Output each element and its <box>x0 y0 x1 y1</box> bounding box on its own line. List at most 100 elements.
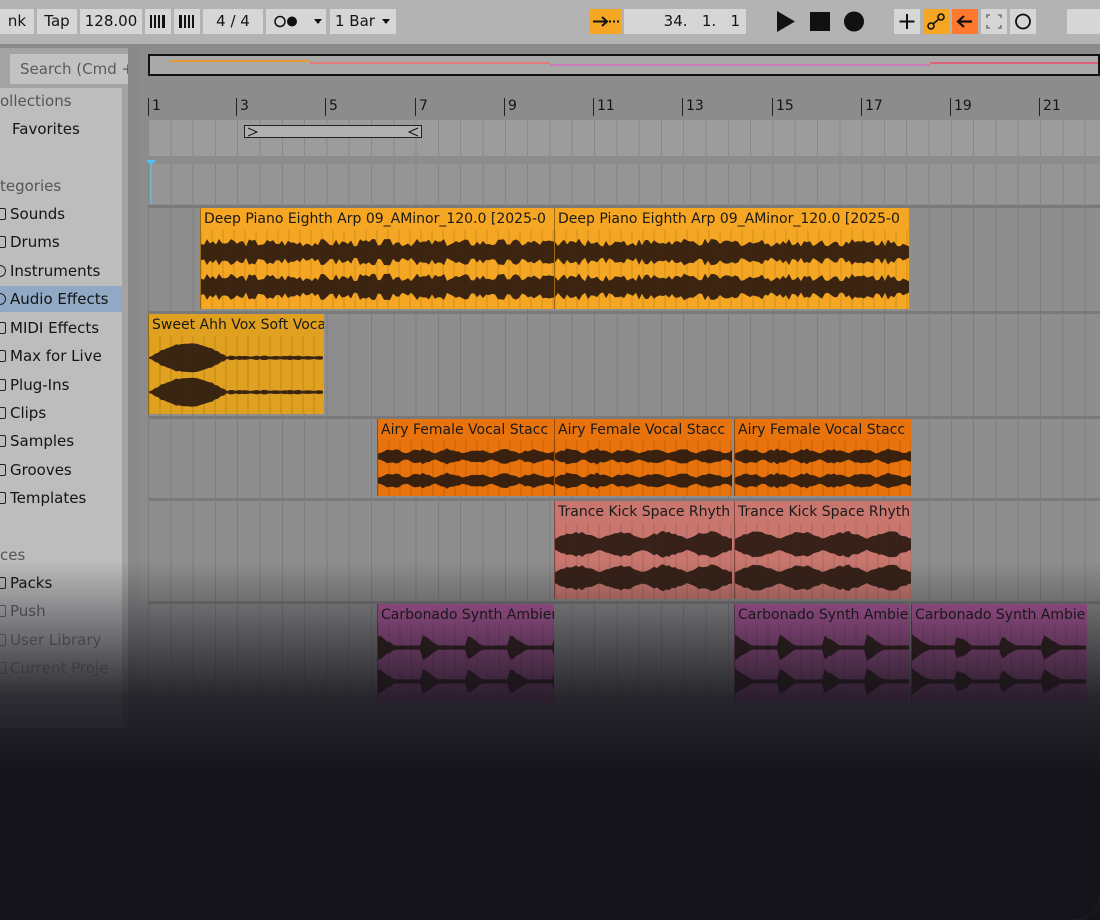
user-library-icon <box>0 634 6 646</box>
waveform <box>149 336 323 414</box>
ruler-tick-9: 9 <box>504 98 517 116</box>
audio-clip[interactable]: Airy Female Vocal Stacc <box>554 419 732 496</box>
ableton-window: nk Tap 128.00 4 / 4 1 Bar 34. 1. 1 Searc… <box>0 0 1100 920</box>
add-icon[interactable] <box>894 9 920 34</box>
track-lane[interactable]: Deep Piano Eighth Arp 09_AMinor_120.0 [2… <box>148 205 1100 311</box>
clip-name: Trance Kick Space Rhyth <box>738 504 911 520</box>
sidebar-item-max-for-live[interactable]: Max for Live <box>0 343 102 369</box>
tap-tempo-button[interactable]: Tap <box>37 9 77 34</box>
audio-clip[interactable]: Trance Kick Space Rhyth <box>734 501 911 599</box>
sidebar-item-label: Push <box>10 602 46 620</box>
stop-icon[interactable] <box>806 9 834 34</box>
clips-icon <box>0 407 6 419</box>
sidebar-item-midi-effects[interactable]: MIDI Effects <box>0 315 99 341</box>
clip-name: Trance Kick Space Rhyth <box>558 504 731 520</box>
push-icon <box>0 605 6 617</box>
sidebar-item-label: Current Proje <box>10 659 109 677</box>
max-for-live-icon <box>0 350 6 362</box>
clip-name: Airy Female Vocal Stacc <box>381 422 549 438</box>
scrub-area[interactable] <box>146 160 1100 204</box>
sidebar-item-samples[interactable]: Samples <box>0 428 74 454</box>
sidebar-item-label: User Library <box>10 631 102 649</box>
overview-strip <box>170 60 310 62</box>
loop-bar[interactable] <box>148 120 1100 156</box>
collections-heading: ollections <box>0 92 72 110</box>
audio-clip[interactable]: Airy Female Vocal Stacc <box>734 419 911 496</box>
sidebar-item-label: Samples <box>10 432 75 450</box>
loop-brace[interactable] <box>244 125 422 138</box>
metronome-button[interactable] <box>266 9 326 34</box>
plug-ins-icon <box>0 379 6 391</box>
tempo-field[interactable]: 128.00 <box>80 9 142 34</box>
waveform <box>735 441 911 496</box>
session-record-icon[interactable] <box>1010 9 1036 34</box>
sidebar-item-label: Grooves <box>10 461 72 479</box>
places-heading: ces <box>0 546 26 564</box>
cpu-meter <box>1067 9 1100 34</box>
drums-icon <box>0 236 6 248</box>
playhead-icon <box>146 160 156 204</box>
sidebar-item-push[interactable]: Push <box>0 598 46 624</box>
waveform <box>378 441 555 496</box>
grooves-icon <box>0 464 6 476</box>
sidebar-item-user-library[interactable]: User Library <box>0 627 101 653</box>
clip-name: Carbonado Synth Ambient Bassline 02_AMin… <box>381 607 554 623</box>
sidebar-item-favorites[interactable]: Favorites <box>12 116 80 142</box>
capture-icon[interactable] <box>981 9 1007 34</box>
ruler-tick-21: 21 <box>1039 98 1061 116</box>
sidebar-item-clips[interactable]: Clips <box>0 400 46 426</box>
arrangement-overview[interactable] <box>148 54 1100 76</box>
audio-clip[interactable]: Carbonado Synth Ambie <box>734 604 910 703</box>
sidebar-item-label: Sounds <box>10 205 66 223</box>
follow-icon[interactable] <box>589 9 621 34</box>
song-position-field[interactable]: 34. 1. 1 <box>624 9 746 34</box>
sidebar-item-drums[interactable]: Drums <box>0 229 60 255</box>
track-lane[interactable]: Airy Female Vocal Stacc Airy Female Vocal… <box>148 416 1100 498</box>
audio-clip[interactable]: Trance Kick Space Rhyth <box>554 501 733 599</box>
automation-arm-icon[interactable] <box>923 9 949 34</box>
loop-start-icon <box>247 127 259 137</box>
audio-clip[interactable]: Deep Piano Eighth Arp 09_AMinor_120.0 [2… <box>554 208 909 309</box>
beat-time-ruler[interactable]: 1 3 5 7 9 11 13 15 17 19 21 <box>148 98 1100 120</box>
nudge-up-icon[interactable] <box>174 9 200 34</box>
track-lane[interactable]: Sweet Ahh Vox Soft Voca <box>148 311 1100 416</box>
track-lane[interactable]: Trance Kick Space Rhyth Trance Kick Space… <box>148 498 1100 601</box>
sidebar-item-templates[interactable]: Templates <box>0 485 86 511</box>
clip-name: Airy Female Vocal Stacc <box>738 422 906 438</box>
sidebar-item-grooves[interactable]: Grooves <box>0 457 72 483</box>
record-icon[interactable] <box>840 9 868 34</box>
ruler-tick-17: 17 <box>861 98 883 116</box>
sidebar-item-audio-effects[interactable]: Audio Effects <box>0 286 122 312</box>
quantize-dropdown[interactable]: 1 Bar <box>330 9 396 34</box>
nudge-down-icon[interactable] <box>145 9 171 34</box>
audio-clip[interactable]: Deep Piano Eighth Arp 09_AMinor_120.0 [2… <box>200 208 554 309</box>
sidebar-item-plug-ins[interactable]: Plug-Ins <box>0 372 69 398</box>
ruler-tick-5: 5 <box>325 98 338 116</box>
waveform <box>555 230 909 309</box>
ruler-tick-3: 3 <box>236 98 249 116</box>
ruler-tick-1: 1 <box>148 98 161 116</box>
ruler-tick-13: 13 <box>682 98 704 116</box>
time-signature-field[interactable]: 4 / 4 <box>203 9 263 34</box>
sidebar-item-sounds[interactable]: Sounds <box>0 201 65 227</box>
search-input[interactable]: Search (Cmd + F) <box>10 54 128 84</box>
track-lane[interactable]: Carbonado Synth Ambient Bassline 02_AMin… <box>148 601 1100 705</box>
audio-clip[interactable]: Carbonado Synth Ambient Bassline 02_AMin… <box>377 604 554 703</box>
sidebar-item-label: Instruments <box>10 262 101 280</box>
samples-icon <box>0 435 6 447</box>
waveform <box>378 626 554 703</box>
play-icon[interactable] <box>772 9 800 34</box>
audio-clip[interactable]: Carbonado Synth Ambie <box>911 604 1087 703</box>
sounds-icon <box>0 208 6 220</box>
categories-heading: tegories <box>0 177 62 195</box>
sidebar-item-instruments[interactable]: Instruments <box>0 258 100 284</box>
sidebar-item-current-project[interactable]: Current Proje <box>0 655 108 681</box>
sidebar-item-label: Max for Live <box>10 347 102 365</box>
audio-clip[interactable]: Airy Female Vocal Stacc <box>377 419 555 496</box>
link-button[interactable]: nk <box>0 9 34 34</box>
overview-strip <box>550 64 930 66</box>
audio-clip[interactable]: Sweet Ahh Vox Soft Voca <box>148 314 324 414</box>
back-to-arrangement-icon[interactable] <box>952 9 978 34</box>
sidebar-item-packs[interactable]: Packs <box>0 570 52 596</box>
audio-effects-icon <box>0 293 6 305</box>
